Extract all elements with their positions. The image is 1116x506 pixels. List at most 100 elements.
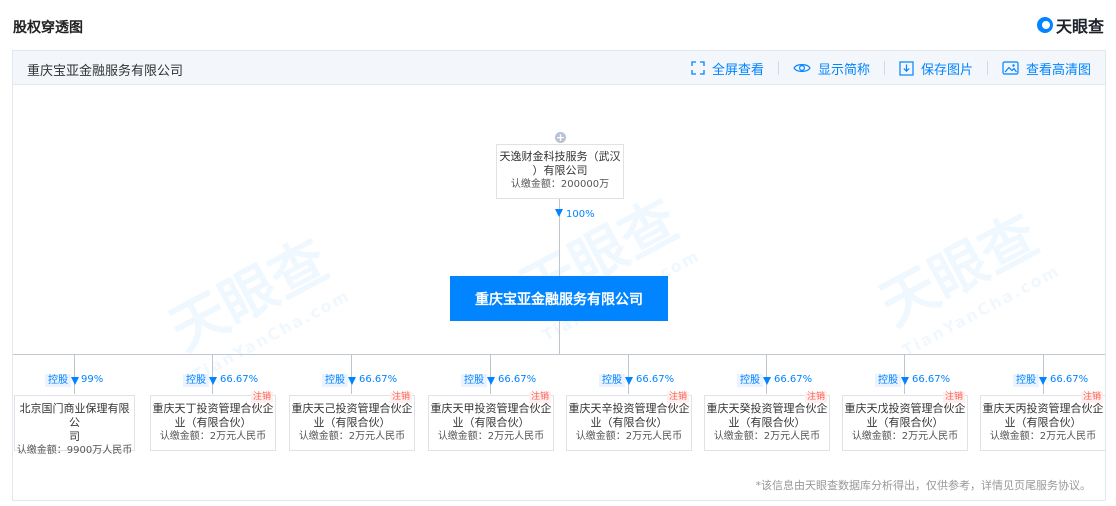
subsidiary-name-line1: 重庆天丙投资管理合伙企 <box>982 402 1104 415</box>
subsidiary-percent: 66.67% <box>774 374 813 385</box>
subsidiary-node[interactable]: 注销 重庆天戊投资管理合伙企 业（有限合伙） 认缴金额：2万元人民币 <box>842 392 968 451</box>
panel-header: 重庆宝亚金融服务有限公司 全屏查看 显示简称 保存图片 查看高清图 <box>13 51 1105 85</box>
download-icon <box>899 60 914 76</box>
holding-tag: 控股 <box>875 374 901 387</box>
down-arrow-icon <box>763 377 771 385</box>
subsidiary-percent: 99% <box>81 374 104 385</box>
subsidiary-name-line2: 业（有限合伙） <box>866 416 944 429</box>
holding-tag: 控股 <box>322 374 348 387</box>
down-arrow-icon <box>901 377 909 385</box>
subsidiary-name-line2: 业（有限合伙） <box>728 416 806 429</box>
save-image-label: 保存图片 <box>920 62 973 78</box>
subsidiary-node[interactable]: 注销 重庆天甲投资管理合伙企 业（有限合伙） 认缴金额：2万元人民币 <box>428 392 554 451</box>
subsidiary-name-line2: 司 <box>69 430 80 443</box>
fullscreen-icon <box>691 61 705 75</box>
connector-line <box>766 354 767 394</box>
connector-line <box>904 354 905 394</box>
subsidiary-capital: 认缴金额：2万元人民币 <box>989 431 1097 442</box>
hd-image-button[interactable]: 查看高清图 <box>1002 59 1091 78</box>
hd-image-label: 查看高清图 <box>1025 62 1091 78</box>
connector-line <box>559 321 560 354</box>
disclaimer-footnote: *该信息由天眼查数据库分析得出，仅供参考，详情见页尾服务协议。 <box>755 479 1092 492</box>
show-abbr-button[interactable]: 显示简称 <box>793 59 870 78</box>
save-image-button[interactable]: 保存图片 <box>899 59 973 78</box>
subsidiary-percent: 66.67% <box>912 374 951 385</box>
top-bar: 股权穿透图 天眼查 <box>0 0 1116 46</box>
connector-line <box>13 354 1105 355</box>
subsidiary-percent: 66.67% <box>220 374 259 385</box>
subsidiary-node[interactable]: 注销 重庆天癸投资管理合伙企 业（有限合伙） 认缴金额：2万元人民币 <box>704 392 830 451</box>
connector-line <box>74 354 75 394</box>
shareholder-name-line2: ）有限公司 <box>532 164 588 177</box>
holding-tag: 控股 <box>599 374 625 387</box>
subsidiary-name-line1: 重庆天己投资管理合伙企 <box>291 402 413 415</box>
subsidiary-name-line1: 重庆天甲投资管理合伙企 <box>430 402 552 415</box>
holding-tag: 控股 <box>183 374 209 387</box>
shareholder-node[interactable]: 天逸财金科技服务（武汉 ）有限公司 认缴金额：200000万 <box>496 144 624 199</box>
divider <box>777 61 779 75</box>
down-arrow-icon <box>625 377 633 385</box>
subsidiary-node[interactable]: 北京国门商业保理有限公 司 认缴金额：9900万人民币 <box>14 395 135 456</box>
equity-chart-panel: 天眼查 TianYanCha.com 天眼查 TianYanCha.com 天眼… <box>12 50 1106 501</box>
header-company-name: 重庆宝亚金融服务有限公司 <box>27 64 184 79</box>
down-arrow-icon <box>555 209 563 217</box>
expand-plus-icon[interactable]: + <box>555 132 566 143</box>
connector-line <box>628 354 629 394</box>
down-arrow-icon <box>348 377 356 385</box>
cancelled-tag: 注销 <box>804 392 827 403</box>
toolbar: 全屏查看 显示简称 保存图片 查看高清图 <box>691 51 1091 85</box>
subsidiary-percent: 66.67% <box>498 374 537 385</box>
down-arrow-icon <box>71 377 79 385</box>
down-arrow-icon <box>1039 377 1047 385</box>
connector-line <box>490 354 491 394</box>
shareholder-percent: 100% <box>566 209 595 220</box>
cancelled-tag: 注销 <box>528 392 551 403</box>
shareholder-name-line1: 天逸财金科技服务（武汉 <box>499 150 621 163</box>
subsidiary-capital: 认缴金额：9900万人民币 <box>16 445 133 456</box>
cancelled-tag: 注销 <box>1080 392 1103 403</box>
down-arrow-icon <box>487 377 495 385</box>
watermark-latin: TianYanCha.com <box>898 260 1064 361</box>
cancelled-tag: 注销 <box>942 392 965 403</box>
subsidiary-capital: 认缴金额：2万元人民币 <box>159 431 267 442</box>
subsidiary-name-line2: 业（有限合伙） <box>452 416 530 429</box>
subsidiary-name-line2: 业（有限合伙） <box>1004 416 1082 429</box>
page-title: 股权穿透图 <box>13 20 83 36</box>
holding-tag: 控股 <box>45 374 71 387</box>
divider <box>986 61 988 75</box>
subsidiary-name-line2: 业（有限合伙） <box>590 416 668 429</box>
subsidiary-capital: 认缴金额：2万元人民币 <box>851 431 959 442</box>
brand-logo[interactable]: 天眼查 <box>1036 15 1104 36</box>
tianyancha-logo-icon <box>1036 17 1053 33</box>
image-icon <box>1002 61 1019 75</box>
subsidiary-percent: 66.67% <box>1050 374 1089 385</box>
holding-tag: 控股 <box>737 374 763 387</box>
holding-tag: 控股 <box>1013 374 1039 387</box>
subsidiary-percent: 66.67% <box>359 374 398 385</box>
down-arrow-icon <box>209 377 217 385</box>
brand-name: 天眼查 <box>1055 17 1104 36</box>
subsidiary-node[interactable]: 注销 重庆天辛投资管理合伙企 业（有限合伙） 认缴金额：2万元人民币 <box>566 392 692 451</box>
cancelled-tag: 注销 <box>250 392 273 403</box>
watermark-latin: TianYanCha.com <box>188 285 354 386</box>
subsidiary-name-line1: 重庆天辛投资管理合伙企 <box>568 402 690 415</box>
subsidiary-capital: 认缴金额：2万元人民币 <box>713 431 821 442</box>
subsidiary-capital: 认缴金额：2万元人民币 <box>575 431 683 442</box>
subsidiary-percent: 66.67% <box>636 374 675 385</box>
shareholder-capital: 认缴金额：200000万 <box>510 179 610 190</box>
connector-line <box>351 354 352 394</box>
show-abbr-label: 显示简称 <box>817 62 870 78</box>
subsidiary-name-line1: 重庆天戊投资管理合伙企 <box>844 402 966 415</box>
root-company-node[interactable]: 重庆宝亚金融服务有限公司 <box>450 276 668 321</box>
watermark: 天眼查 <box>869 202 1049 340</box>
subsidiary-node[interactable]: 注销 重庆天丙投资管理合伙企 业（有限合伙） 认缴金额：2万元人民币 <box>980 392 1105 451</box>
subsidiary-name-line1: 重庆天丁投资管理合伙企 <box>152 402 274 415</box>
eye-icon <box>793 64 811 72</box>
cancelled-tag: 注销 <box>666 392 689 403</box>
subsidiary-node[interactable]: 注销 重庆天己投资管理合伙企 业（有限合伙） 认缴金额：2万元人民币 <box>289 392 415 451</box>
fullscreen-button[interactable]: 全屏查看 <box>691 59 764 78</box>
subsidiary-name-line1: 北京国门商业保理有限公 <box>19 402 130 429</box>
subsidiary-capital: 认缴金额：2万元人民币 <box>298 431 406 442</box>
subsidiary-node[interactable]: 注销 重庆天丁投资管理合伙企 业（有限合伙） 认缴金额：2万元人民币 <box>150 392 276 451</box>
holding-tag: 控股 <box>461 374 487 387</box>
